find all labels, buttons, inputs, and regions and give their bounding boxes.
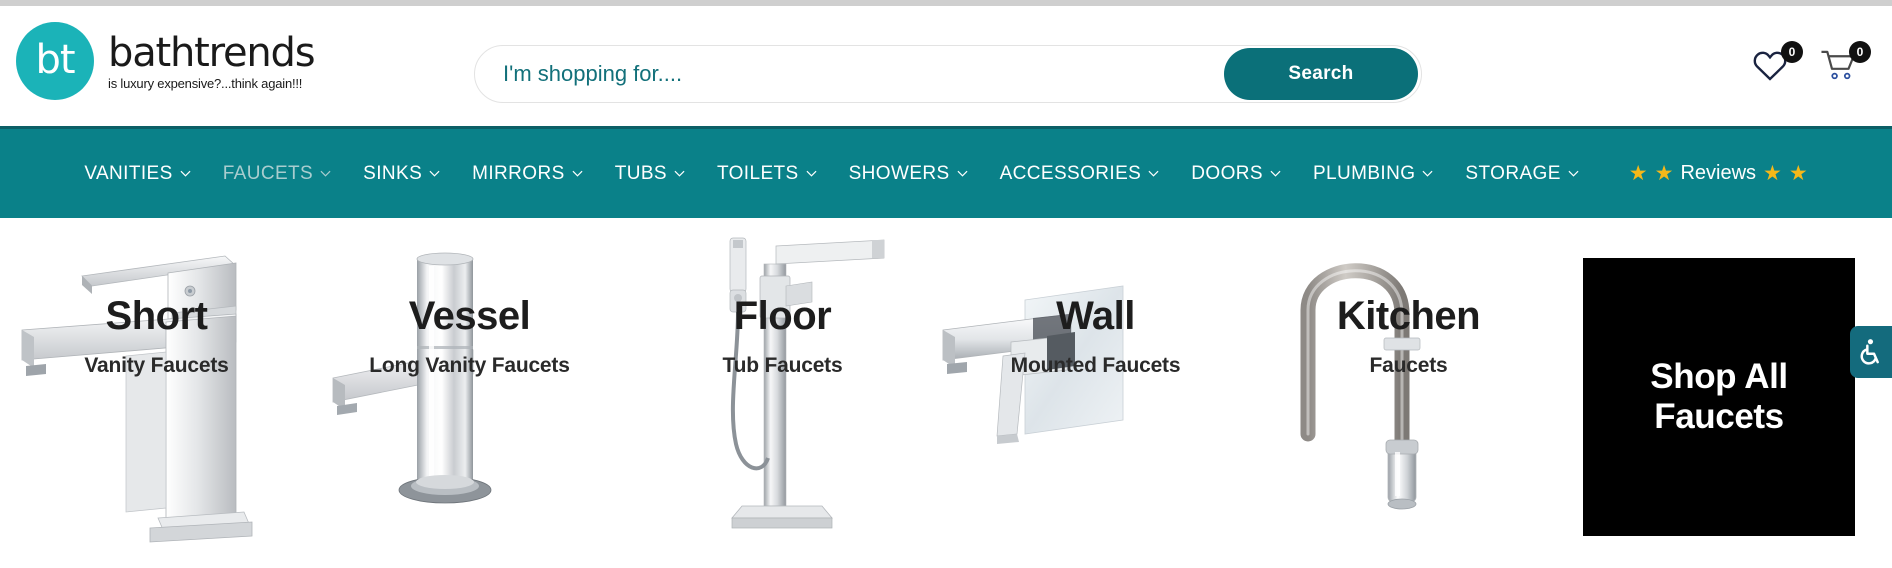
page-root: bt bathtrends is luxury expensive?...thi…: [0, 0, 1892, 568]
chevron-down-icon: [429, 168, 440, 179]
kitchen-pulldown-faucet-image: [1300, 263, 1421, 510]
nav-label: TOILETS: [716, 162, 799, 184]
nav-item-plumbing[interactable]: PLUMBING: [1297, 163, 1449, 185]
search-input[interactable]: [475, 46, 1224, 102]
square-vanity-faucet-image: [21, 255, 253, 543]
nav-item-toilets[interactable]: TOILETS: [701, 163, 833, 185]
chevron-down-icon: [1568, 168, 1579, 179]
wishlist-count-badge: 0: [1781, 41, 1803, 63]
nav-item-doors[interactable]: DOORS: [1175, 163, 1297, 185]
wall-mounted-faucet-image: [942, 285, 1124, 444]
shop-all-faucets-promo[interactable]: Shop All Faucets: [1583, 258, 1855, 536]
nav-label: TUBS: [614, 162, 667, 184]
promo-line-1: Shop All: [1650, 356, 1788, 396]
tall-vessel-faucet-image: [332, 252, 492, 504]
nav-label: STORAGE: [1465, 162, 1561, 184]
nav-item-sinks[interactable]: SINKS: [347, 163, 456, 185]
nav-item-storage[interactable]: STORAGE: [1449, 163, 1594, 185]
category-tile-wall[interactable]: Wall Mounted Faucets: [939, 218, 1252, 568]
brand-name: bathtrends: [108, 29, 316, 76]
chevron-down-icon: [674, 168, 685, 179]
logo-badge-text: bt: [35, 37, 75, 83]
nav-label: SINKS: [363, 162, 423, 184]
star-icon: ★: [1788, 162, 1808, 185]
site-header: bt bathtrends is luxury expensive?...thi…: [0, 6, 1892, 126]
category-tile-floor[interactable]: Floor Tub Faucets: [626, 218, 939, 568]
chevron-down-icon: [572, 168, 583, 179]
chevron-down-icon: [180, 168, 191, 179]
nav-label: MIRRORS: [472, 162, 565, 184]
chevron-down-icon: [320, 168, 331, 179]
brand-tagline: is luxury expensive?...think again!!!: [108, 75, 303, 91]
star-icon: ★: [1763, 162, 1782, 185]
nav-label: PLUMBING: [1312, 162, 1416, 184]
wishlist-button[interactable]: 0: [1752, 41, 1803, 88]
nav-items: VANITIES FAUCETS SINKS MIRRORS TUBS TOIL: [68, 162, 1823, 185]
promo-line-2: Faucets: [1654, 397, 1784, 436]
search-button[interactable]: Search: [1224, 48, 1418, 100]
nav-label: ACCESSORIES: [999, 162, 1142, 184]
header-icon-group: 0 0: [1752, 41, 1871, 88]
category-tile-vessel[interactable]: Vessel Long Vanity Faucets: [313, 218, 626, 568]
category-tile-kitchen[interactable]: Kitchen Faucets: [1252, 218, 1565, 568]
chevron-down-icon: [957, 168, 968, 179]
nav-label: VANITIES: [84, 162, 173, 184]
nav-label: SHOWERS: [848, 162, 950, 184]
chevron-down-icon: [806, 168, 817, 179]
cart-button[interactable]: 0: [1820, 41, 1871, 88]
star-icon: ★: [1654, 162, 1674, 185]
logo-text-block: bathtrends is luxury expensive?...think …: [108, 29, 316, 91]
site-logo[interactable]: bt bathtrends is luxury expensive?...thi…: [16, 22, 316, 100]
floor-tub-faucet-image: [729, 237, 885, 529]
nav-label: FAUCETS: [222, 162, 314, 184]
nav-item-reviews[interactable]: ★ ★ Reviews ★ ★: [1613, 162, 1824, 185]
search-bar: Search: [474, 45, 1422, 103]
category-tile-short[interactable]: Short Vanity Faucets: [0, 218, 313, 568]
main-navigation: VANITIES FAUCETS SINKS MIRRORS TUBS TOIL: [0, 126, 1892, 218]
nav-item-accessories[interactable]: ACCESSORIES: [984, 163, 1176, 185]
chevron-down-icon: [1148, 168, 1159, 179]
nav-label: DOORS: [1191, 162, 1263, 184]
chevron-down-icon: [1270, 168, 1281, 179]
nav-item-faucets[interactable]: FAUCETS: [207, 163, 347, 185]
logo-badge-icon: bt: [16, 22, 94, 100]
cart-count-badge: 0: [1849, 41, 1871, 63]
chevron-down-icon: [1422, 168, 1433, 179]
star-icon: ★: [1628, 162, 1648, 185]
accessibility-widget-button[interactable]: [1850, 326, 1892, 378]
nav-item-showers[interactable]: SHOWERS: [833, 163, 984, 185]
nav-item-tubs[interactable]: TUBS: [599, 163, 701, 185]
nav-item-mirrors[interactable]: MIRRORS: [456, 163, 599, 185]
wheelchair-icon: [1860, 339, 1879, 365]
reviews-label: Reviews: [1680, 162, 1757, 184]
nav-item-vanities[interactable]: VANITIES: [68, 163, 206, 185]
promo-text-block: Shop All Faucets: [1650, 356, 1788, 438]
